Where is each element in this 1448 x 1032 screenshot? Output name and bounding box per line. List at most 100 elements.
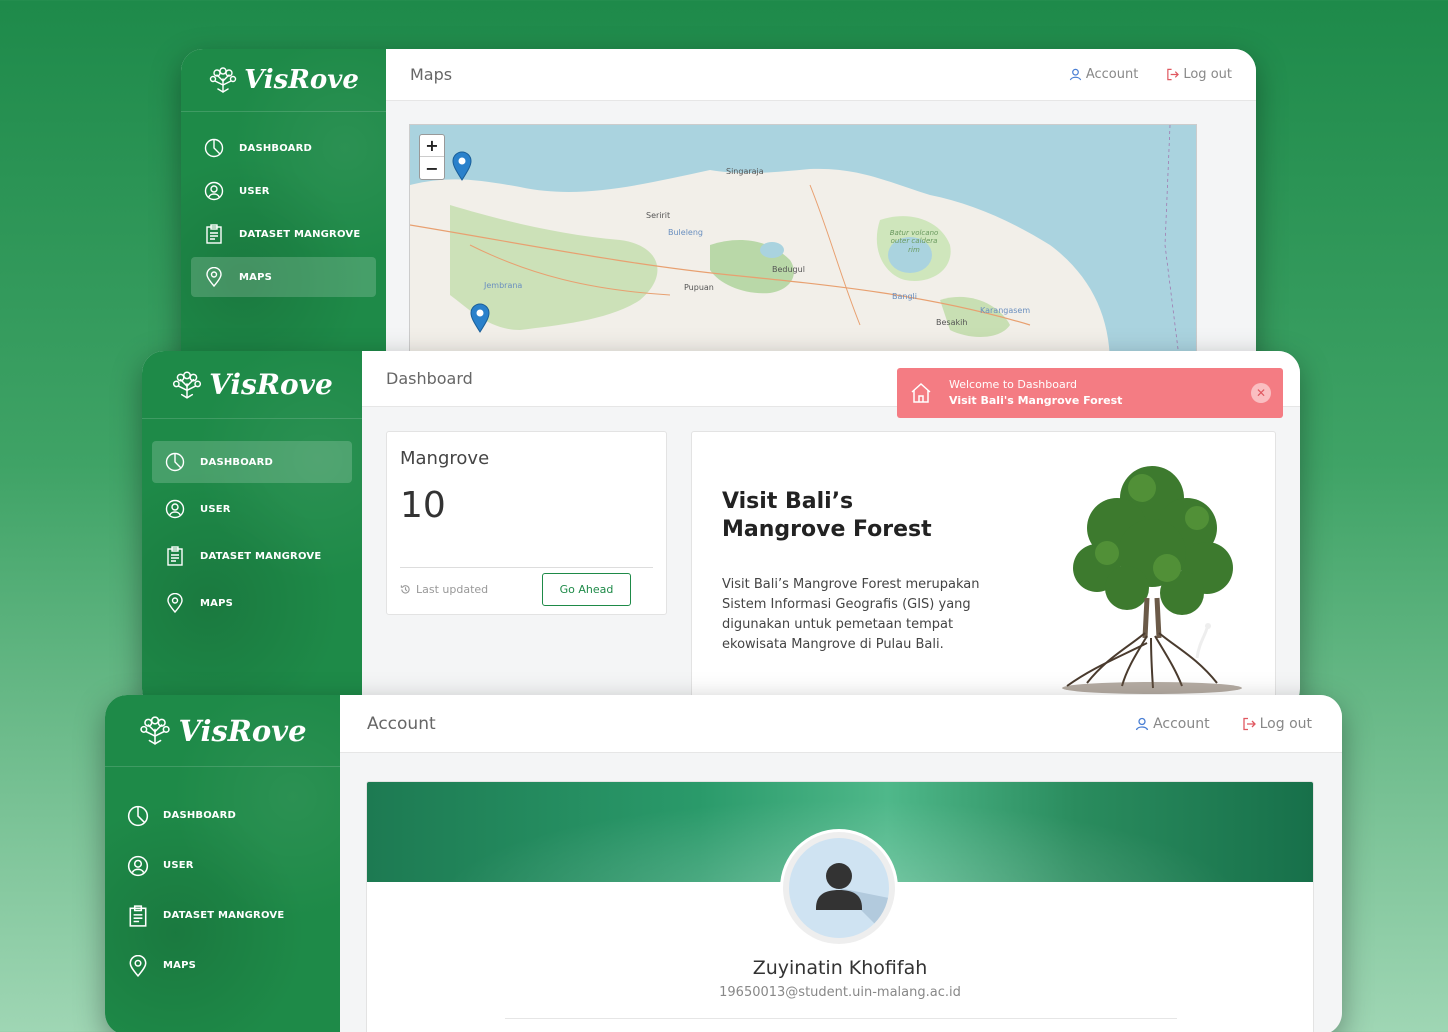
zoom-control: + − xyxy=(419,134,445,180)
profile-card: Zuyinatin Khofifah 19650013@student.uin-… xyxy=(366,781,1314,1032)
sidebar-item-dataset[interactable]: DATASET MANGROVE xyxy=(115,893,330,938)
user-icon xyxy=(1135,717,1149,730)
logout-icon xyxy=(1242,717,1256,730)
sidebar-nav: DASHBOARD USER DATASET MANGROVE MAPS xyxy=(105,767,340,988)
map-marker-icon[interactable] xyxy=(452,151,472,181)
sidebar-item-user[interactable]: USER xyxy=(115,843,330,888)
maps-window: VisRove DASHBOARD USER DATASET MANGROVE … xyxy=(181,49,1256,379)
brand-name: VisRove xyxy=(178,713,307,748)
mangrove-tree-illustration xyxy=(1062,466,1242,694)
map-place-label: Pupuan xyxy=(684,283,714,292)
user-icon xyxy=(1069,68,1082,81)
go-ahead-button[interactable]: Go Ahead xyxy=(542,573,631,606)
sidebar-item-label: DATASET MANGROVE xyxy=(239,228,361,240)
page-title: Maps xyxy=(410,65,453,84)
map-pin-icon xyxy=(127,954,149,977)
tree-logo-icon xyxy=(140,716,171,745)
brand-logo[interactable]: VisRove xyxy=(142,351,362,419)
sidebar-item-user[interactable]: USER xyxy=(191,171,376,211)
profile-email: 19650013@student.uin-malang.ac.id xyxy=(719,985,961,1000)
tree-logo-icon xyxy=(209,67,237,93)
brand-name: VisRove xyxy=(244,65,359,95)
sidebar-item-dataset[interactable]: DATASET MANGROVE xyxy=(191,214,376,254)
zoom-in-button[interactable]: + xyxy=(420,135,444,157)
page-title: Account xyxy=(367,713,436,734)
topbar: Maps Account Log out xyxy=(386,49,1256,101)
tree-logo-icon xyxy=(173,370,202,399)
pie-chart-icon xyxy=(127,805,149,827)
main-content: Maps Account Log out + − Singaraja Serir… xyxy=(386,49,1256,379)
sidebar-item-label: USER xyxy=(163,860,194,871)
last-updated: Last updated xyxy=(400,583,488,596)
sidebar-item-label: DASHBOARD xyxy=(200,456,274,468)
sidebar-item-label: MAPS xyxy=(163,960,197,971)
main-content: Dashboard Welcome to Dashboard Visit Bal… xyxy=(362,351,1300,711)
stat-value: 10 xyxy=(400,485,446,526)
last-updated-label: Last updated xyxy=(416,583,489,596)
map-place-label: Jembrana xyxy=(484,281,523,290)
sidebar-item-maps[interactable]: MAPS xyxy=(152,582,352,624)
sidebar-item-label: DATASET MANGROVE xyxy=(200,550,322,562)
map-marker-icon[interactable] xyxy=(470,303,490,333)
topbar: Account Account Log out xyxy=(340,695,1342,753)
divider xyxy=(505,1018,1177,1019)
home-icon xyxy=(911,382,931,403)
brand-name: VisRove xyxy=(209,368,333,401)
logout-icon xyxy=(1167,68,1180,81)
sidebar-item-user[interactable]: USER xyxy=(152,488,352,530)
user-circle-icon xyxy=(164,498,186,520)
stat-title: Mangrove xyxy=(400,448,490,469)
dashboard-window: VisRove DASHBOARD USER DATASET MANGROVE … xyxy=(142,351,1300,711)
sidebar-nav: DASHBOARD USER DATASET MANGROVE MAPS xyxy=(142,419,362,624)
sidebar-item-dashboard[interactable]: DASHBOARD xyxy=(152,441,352,483)
map-pin-icon xyxy=(203,266,225,288)
map-view[interactable]: + − Singaraja Seririt Buleleng Batur vol… xyxy=(409,124,1197,364)
clipboard-icon xyxy=(127,904,149,927)
logout-link[interactable]: Log out xyxy=(1166,67,1232,82)
history-icon xyxy=(400,585,410,594)
clipboard-icon xyxy=(164,545,186,567)
sidebar-item-dashboard[interactable]: DASHBOARD xyxy=(191,128,376,168)
logout-label: Log out xyxy=(1259,715,1312,732)
sidebar-nav: DASHBOARD USER DATASET MANGROVE MAPS xyxy=(181,112,386,297)
map-place-label: Bedugul xyxy=(772,265,805,274)
user-avatar-icon xyxy=(816,863,889,938)
sidebar-item-label: DASHBOARD xyxy=(163,810,237,821)
logout-link[interactable]: Log out xyxy=(1242,716,1312,732)
account-window: VisRove DASHBOARD USER DATASET MANGROVE … xyxy=(105,695,1342,1032)
sidebar-item-label: USER xyxy=(239,185,270,197)
map-pin-icon xyxy=(164,592,186,614)
sidebar-item-maps[interactable]: MAPS xyxy=(115,943,330,988)
sidebar-item-label: MAPS xyxy=(239,271,273,283)
stat-footer: Last updated Go Ahead xyxy=(400,567,653,606)
sidebar-item-dashboard[interactable]: DASHBOARD xyxy=(115,793,330,838)
brand-logo[interactable]: VisRove xyxy=(181,49,386,112)
map-place-label: Batur volcano outer caldera rim xyxy=(889,229,939,254)
sidebar-item-label: USER xyxy=(200,503,231,515)
sidebar-item-maps[interactable]: MAPS xyxy=(191,257,376,297)
account-link[interactable]: Account xyxy=(1069,67,1138,82)
hero-description: Visit Bali’s Mangrove Forest merupakan S… xyxy=(722,577,980,653)
header-links: Account Log out xyxy=(1135,716,1312,732)
hero-card: Visit Bali’s Mangrove Forest Visit Bali’… xyxy=(691,431,1276,701)
toast-text: Welcome to Dashboard Visit Bali's Mangro… xyxy=(949,377,1122,409)
clipboard-icon xyxy=(203,223,225,245)
sidebar: VisRove DASHBOARD USER DATASET MANGROVE … xyxy=(142,351,362,711)
pie-chart-icon xyxy=(203,137,225,159)
toast-message: Visit Bali's Mangrove Forest xyxy=(949,394,1123,407)
profile-name: Zuyinatin Khofifah xyxy=(752,957,928,979)
avatar[interactable] xyxy=(783,832,895,944)
toast-title: Welcome to Dashboard xyxy=(949,378,1078,392)
brand-logo[interactable]: VisRove xyxy=(105,695,340,767)
welcome-toast: Welcome to Dashboard Visit Bali's Mangro… xyxy=(897,368,1283,418)
user-circle-icon xyxy=(203,180,225,202)
map-place-label: Besakih xyxy=(936,318,968,327)
account-link[interactable]: Account xyxy=(1135,716,1210,732)
toast-close-button[interactable]: ✕ xyxy=(1251,383,1271,403)
sidebar-item-dataset[interactable]: DATASET MANGROVE xyxy=(152,535,352,577)
header-links: Account Log out xyxy=(1069,67,1232,82)
zoom-out-button[interactable]: − xyxy=(420,157,444,179)
map-place-label: Bangli xyxy=(892,292,917,301)
sidebar: VisRove DASHBOARD USER DATASET MANGROVE … xyxy=(181,49,386,379)
main-content: Account Account Log out Zuyinatin Khofif… xyxy=(340,695,1342,1032)
